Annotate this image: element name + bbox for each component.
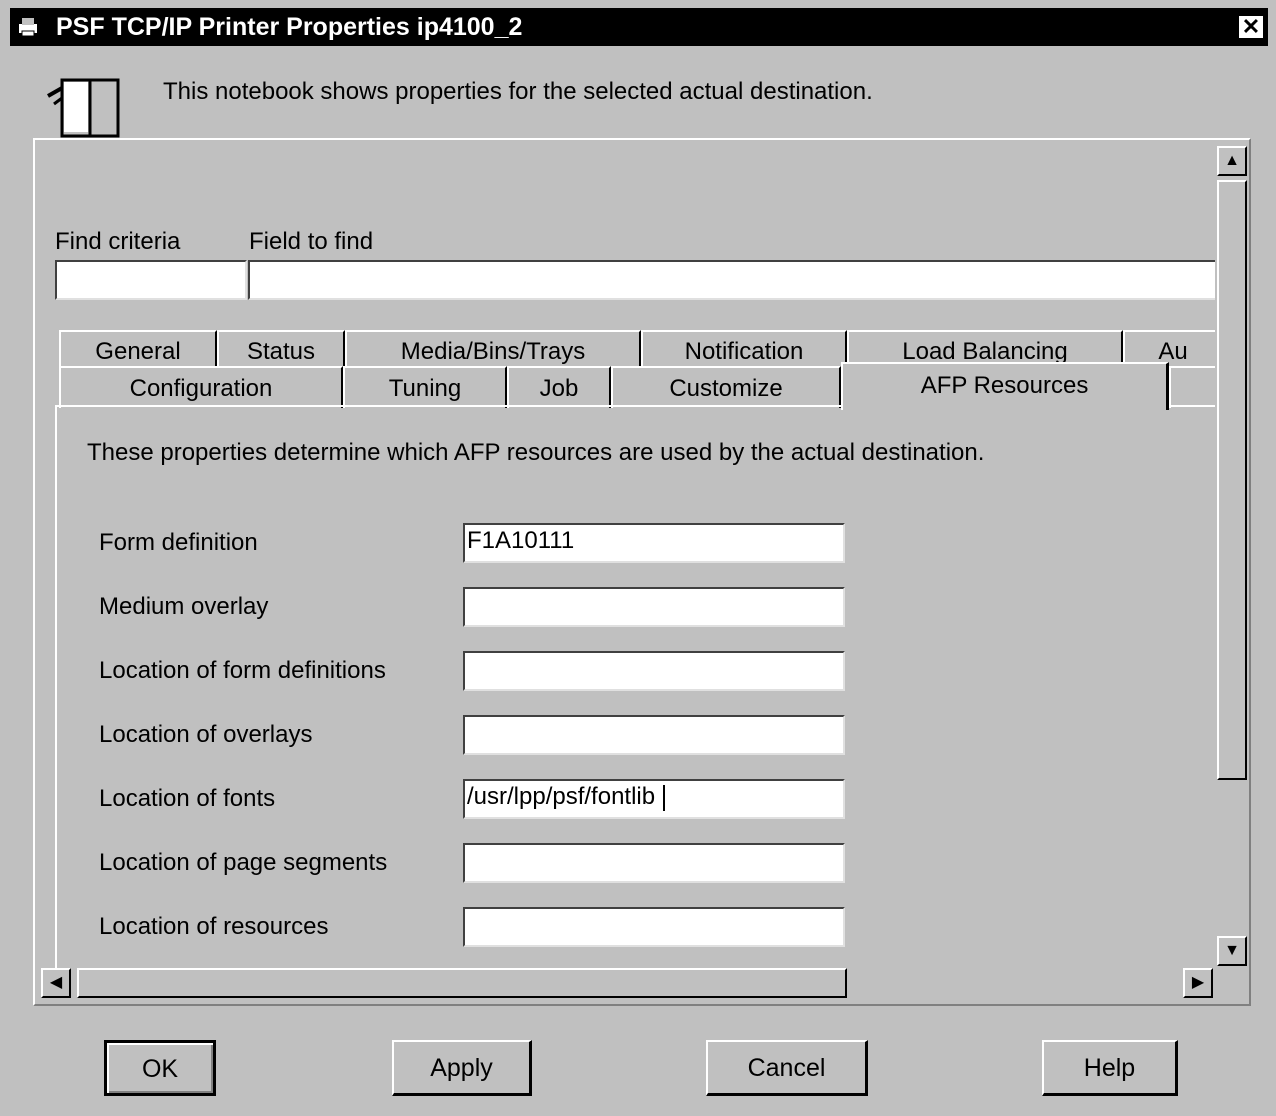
cancel-button[interactable]: Cancel xyxy=(706,1040,868,1096)
tab-notification[interactable]: Notification xyxy=(641,330,847,368)
form-definition-field[interactable]: F1A10111 xyxy=(463,523,845,563)
tab-tuning[interactable]: Tuning xyxy=(343,366,507,408)
tab-general[interactable]: General xyxy=(59,330,217,368)
find-criteria-input[interactable] xyxy=(55,260,247,300)
vertical-scrollbar[interactable]: ▲ ▼ xyxy=(1215,144,1249,968)
ok-button[interactable]: OK xyxy=(104,1040,216,1096)
scroll-right-icon[interactable]: ▶ xyxy=(1183,968,1213,998)
fonts-location-label: Location of fonts xyxy=(99,785,276,812)
medium-overlay-field[interactable] xyxy=(463,587,845,627)
window-title: PSF TCP/IP Printer Properties ip4100_2 xyxy=(56,13,523,41)
help-button[interactable]: Help xyxy=(1042,1040,1178,1096)
page-segments-location-label: Location of page segments xyxy=(99,849,388,876)
tab-status[interactable]: Status xyxy=(217,330,345,368)
printer-icon xyxy=(47,78,120,138)
fonts-location-value: /usr/lpp/psf/fontlib xyxy=(467,783,656,810)
fonts-location-field[interactable]: /usr/lpp/psf/fontlib xyxy=(463,779,845,819)
tab-more[interactable] xyxy=(1169,366,1215,408)
close-icon[interactable]: ✕ xyxy=(1238,15,1264,39)
page-segments-location-field[interactable] xyxy=(463,843,845,883)
header-description: This notebook shows properties for the s… xyxy=(163,78,873,105)
notebook-panel: Find criteria Field to find General Stat… xyxy=(33,138,1251,1006)
field-to-find-label: Field to find xyxy=(249,228,374,255)
find-criteria-label: Find criteria xyxy=(55,228,181,255)
tab-configuration[interactable]: Configuration xyxy=(59,366,343,408)
tab-media-bins-trays[interactable]: Media/Bins/Trays xyxy=(345,330,641,368)
overlays-location-label: Location of overlays xyxy=(99,721,313,748)
horizontal-scroll-thumb[interactable] xyxy=(77,968,847,998)
medium-overlay-label: Medium overlay xyxy=(99,593,269,620)
title-bar[interactable]: PSF TCP/IP Printer Properties ip4100_2 ✕ xyxy=(10,8,1268,46)
scroll-up-icon[interactable]: ▲ xyxy=(1217,146,1247,176)
printer-app-icon[interactable] xyxy=(16,16,40,38)
afp-description: These properties determine which AFP res… xyxy=(87,439,985,466)
vertical-scroll-thumb[interactable] xyxy=(1217,180,1247,780)
tab-job[interactable]: Job xyxy=(507,366,611,408)
apply-button[interactable]: Apply xyxy=(392,1040,532,1096)
scroll-left-icon[interactable]: ◀ xyxy=(41,968,71,998)
resources-location-label: Location of resources xyxy=(99,913,329,940)
tab-afp-resources[interactable]: AFP Resources xyxy=(841,362,1169,410)
notebook-viewport: Find criteria Field to find General Stat… xyxy=(35,140,1215,968)
resources-location-field[interactable] xyxy=(463,907,845,947)
form-definition-label: Form definition xyxy=(99,529,258,556)
tab-customize[interactable]: Customize xyxy=(611,366,841,408)
afp-resources-page: These properties determine which AFP res… xyxy=(55,405,1215,968)
form-definitions-location-field[interactable] xyxy=(463,651,845,691)
text-cursor xyxy=(663,784,666,811)
form-definitions-location-label: Location of form definitions xyxy=(99,657,386,684)
scroll-down-icon[interactable]: ▼ xyxy=(1217,936,1247,966)
horizontal-scrollbar[interactable]: ◀ ▶ xyxy=(39,966,1215,1000)
field-to-find-input[interactable] xyxy=(248,260,1215,300)
overlays-location-field[interactable] xyxy=(463,715,845,755)
